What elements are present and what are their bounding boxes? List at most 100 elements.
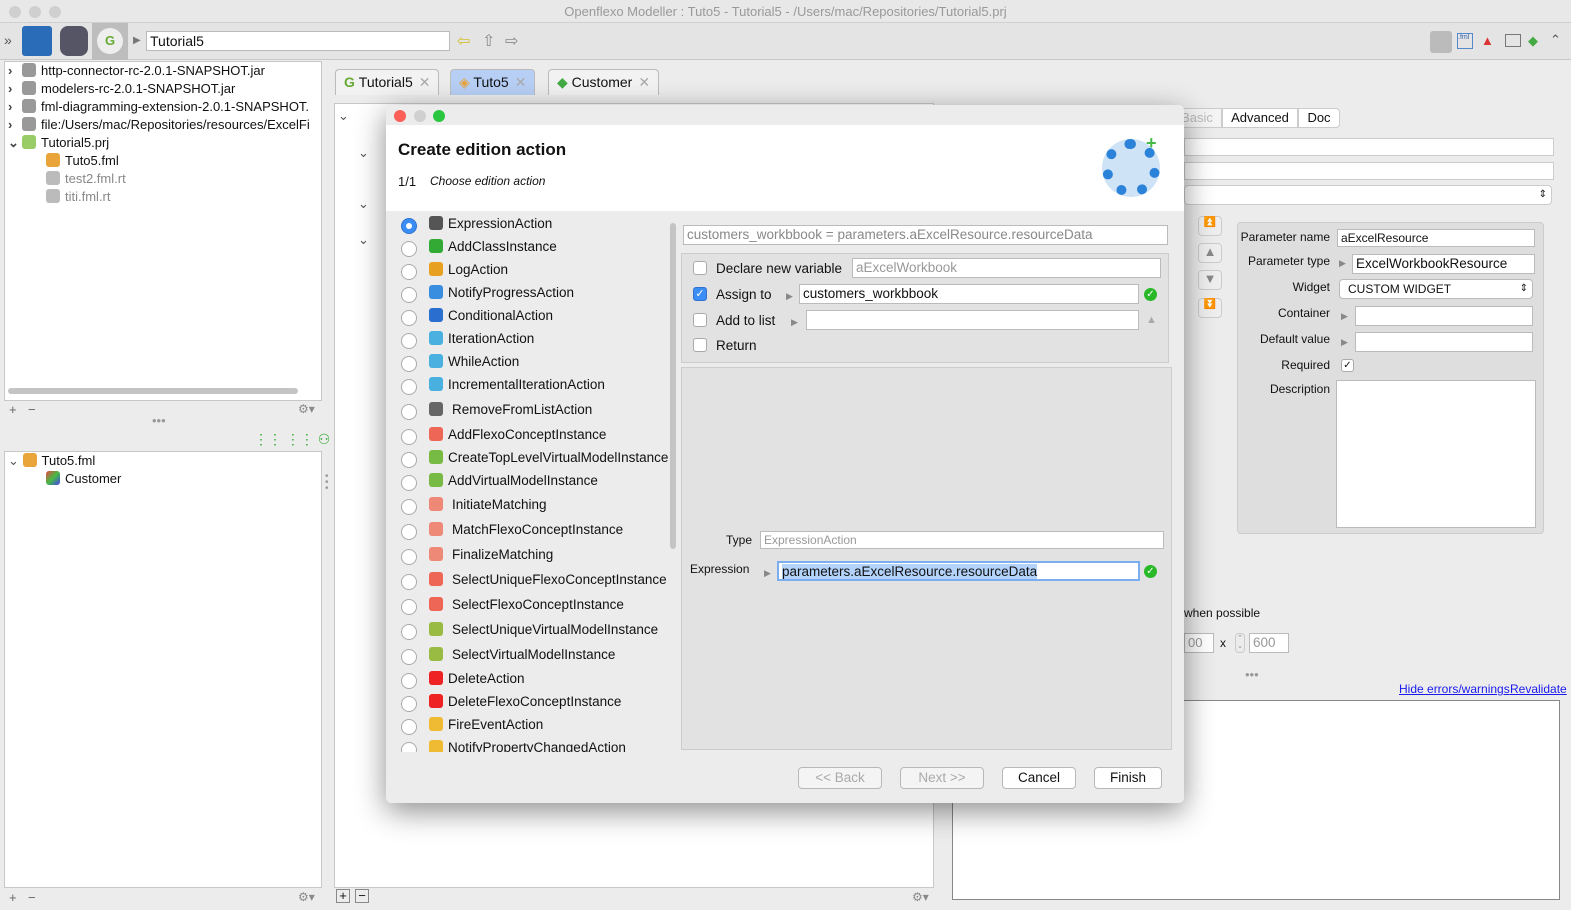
chevron-down-icon[interactable]: ⌄ [358, 145, 369, 161]
action-option[interactable]: DeleteFlexoConceptInstance [448, 693, 621, 711]
horizontal-scrollbar[interactable] [8, 388, 298, 394]
action-option[interactable]: FireEventAction [448, 716, 543, 734]
add-icon[interactable]: + [9, 402, 17, 417]
action-radio[interactable] [401, 379, 417, 395]
default-value-field[interactable] [1355, 332, 1533, 352]
window-perspective-icon[interactable] [1505, 34, 1521, 47]
remove-button[interactable]: − [355, 889, 369, 903]
action-option[interactable]: ExpressionAction [448, 215, 552, 233]
action-option[interactable]: ConditionalAction [448, 307, 553, 325]
action-radio[interactable] [401, 524, 417, 540]
minimize-window-button[interactable] [29, 6, 41, 18]
action-radio[interactable] [401, 624, 417, 640]
width-field[interactable]: 00 [1184, 633, 1214, 653]
move-bottom-button[interactable]: ⏬ [1198, 298, 1222, 318]
action-radio[interactable] [401, 742, 417, 752]
project-tree-item[interactable]: test2.fml.rt [46, 170, 126, 188]
expand-triangle-icon[interactable]: ▶ [1339, 258, 1346, 269]
action-option[interactable]: AddFlexoConceptInstance [448, 426, 606, 444]
action-radio[interactable] [401, 475, 417, 491]
browser-item-tuto5[interactable]: ⌄ Tuto5.fml [8, 452, 95, 470]
action-option[interactable]: RemoveFromListAction [452, 401, 592, 419]
add-button[interactable]: + [336, 889, 350, 903]
action-radio[interactable] [401, 404, 417, 420]
action-radio[interactable] [401, 696, 417, 712]
expand-triangle-icon[interactable]: ▶ [1341, 337, 1348, 348]
modeller-icon[interactable] [22, 26, 52, 56]
container-field[interactable] [1355, 306, 1533, 326]
assign-to-field[interactable]: customers_workbbook [799, 284, 1139, 304]
description-textarea[interactable] [1336, 380, 1536, 528]
expression-field[interactable]: parameters.aExcelResource.resourceData [777, 561, 1140, 581]
action-radio[interactable] [401, 673, 417, 689]
back-arrow-icon[interactable]: ⇦ [457, 31, 470, 51]
chevron-down-icon[interactable]: ⌄ [358, 196, 369, 212]
action-radio[interactable] [401, 452, 417, 468]
size-stepper[interactable]: ⌃ ⌄ [1235, 633, 1245, 653]
parameter-name-field[interactable]: aExcelResource [1337, 229, 1535, 247]
chevron-down-icon[interactable]: ⌄ [358, 232, 369, 248]
tab-tutorial5[interactable]: G Tutorial5 ✕ [335, 69, 440, 95]
project-tree-item[interactable]: › http-connector-rc-2.0.1-SNAPSHOT.jar [8, 62, 265, 80]
project-mode-icon[interactable]: G [92, 23, 128, 60]
zoom-window-button[interactable] [49, 6, 61, 18]
chevron-down-icon[interactable]: ⌄ [8, 134, 22, 152]
action-option[interactable]: FinalizeMatching [452, 546, 553, 564]
action-option[interactable]: IterationAction [448, 330, 534, 348]
action-option[interactable]: CreateTopLevelVirtualModelInstance [448, 449, 668, 467]
expand-triangle-icon[interactable]: ▶ [764, 568, 771, 579]
close-icon[interactable]: ✕ [515, 74, 527, 90]
action-radio[interactable] [401, 218, 417, 234]
tab-advanced[interactable]: Advanced [1222, 108, 1298, 128]
move-top-button[interactable]: ⏫ [1198, 216, 1222, 236]
close-icon[interactable]: ✕ [419, 74, 431, 90]
action-option[interactable]: AddVirtualModelInstance [448, 472, 598, 490]
action-radio[interactable] [401, 333, 417, 349]
chevron-right-icon[interactable]: › [8, 98, 22, 116]
action-option[interactable]: DeleteAction [448, 670, 525, 688]
action-option[interactable]: InitiateMatching [452, 496, 547, 514]
back-button[interactable]: << Back [798, 767, 882, 789]
action-radio[interactable] [401, 719, 417, 735]
action-option[interactable]: AddClassInstance [448, 238, 557, 256]
browser-item-customer[interactable]: Customer [46, 470, 121, 488]
action-option[interactable]: SelectVirtualModelInstance [452, 646, 615, 664]
return-checkbox[interactable] [693, 338, 707, 352]
move-down-button[interactable]: ▼ [1198, 270, 1222, 290]
action-radio[interactable] [401, 649, 417, 665]
action-radio[interactable] [401, 574, 417, 590]
chevron-right-icon[interactable]: › [8, 62, 22, 80]
action-option[interactable]: SelectUniqueFlexoConceptInstance [452, 571, 667, 589]
expand-triangle-icon[interactable]: ▶ [786, 291, 793, 302]
close-window-button[interactable] [9, 6, 21, 18]
declare-variable-field[interactable]: aExcelWorkbook [852, 258, 1161, 278]
action-option[interactable]: WhileAction [448, 353, 519, 371]
action-radio[interactable] [401, 264, 417, 280]
project-perspective-icon[interactable] [1430, 31, 1452, 53]
fml-perspective-icon[interactable]: .fml [1457, 33, 1473, 49]
forward-arrow-icon[interactable]: ⇨ [505, 31, 518, 51]
settings-icon[interactable]: ⚙▾ [298, 890, 315, 904]
cancel-button[interactable]: Cancel [1002, 767, 1076, 789]
action-option[interactable]: MatchFlexoConceptInstance [452, 521, 623, 539]
settings-icon[interactable]: ⚙▾ [912, 890, 929, 904]
path-field[interactable]: Tutorial5 [146, 31, 450, 51]
vertical-splitter[interactable]: • • • [325, 472, 329, 494]
close-icon[interactable]: ✕ [638, 74, 650, 90]
action-radio[interactable] [401, 599, 417, 615]
tab-tuto5[interactable]: ◈ Tuto5 ✕ [450, 69, 536, 95]
action-option[interactable]: SelectFlexoConceptInstance [452, 596, 624, 614]
hide-errors-link[interactable]: Hide errors/warnings [1399, 682, 1510, 696]
action-radio[interactable] [401, 429, 417, 445]
splitter-dots[interactable]: ••• [152, 413, 166, 428]
settings-icon[interactable]: ⚙▾ [298, 402, 315, 416]
name-field[interactable] [1184, 138, 1554, 156]
remove-icon[interactable]: − [28, 402, 36, 417]
action-option[interactable]: NotifyPropertyChangedAction [448, 739, 626, 752]
chevron-right-icon[interactable]: › [8, 80, 22, 98]
declare-checkbox[interactable] [693, 261, 707, 275]
assign-checkbox[interactable]: ✓ [693, 287, 707, 301]
project-tree-item[interactable]: › fml-diagramming-extension-2.0.1-SNAPSH… [8, 98, 309, 116]
widget-select[interactable]: CUSTOM WIDGET ⇕ [1339, 279, 1533, 299]
chevron-right-icon[interactable]: › [8, 116, 22, 134]
